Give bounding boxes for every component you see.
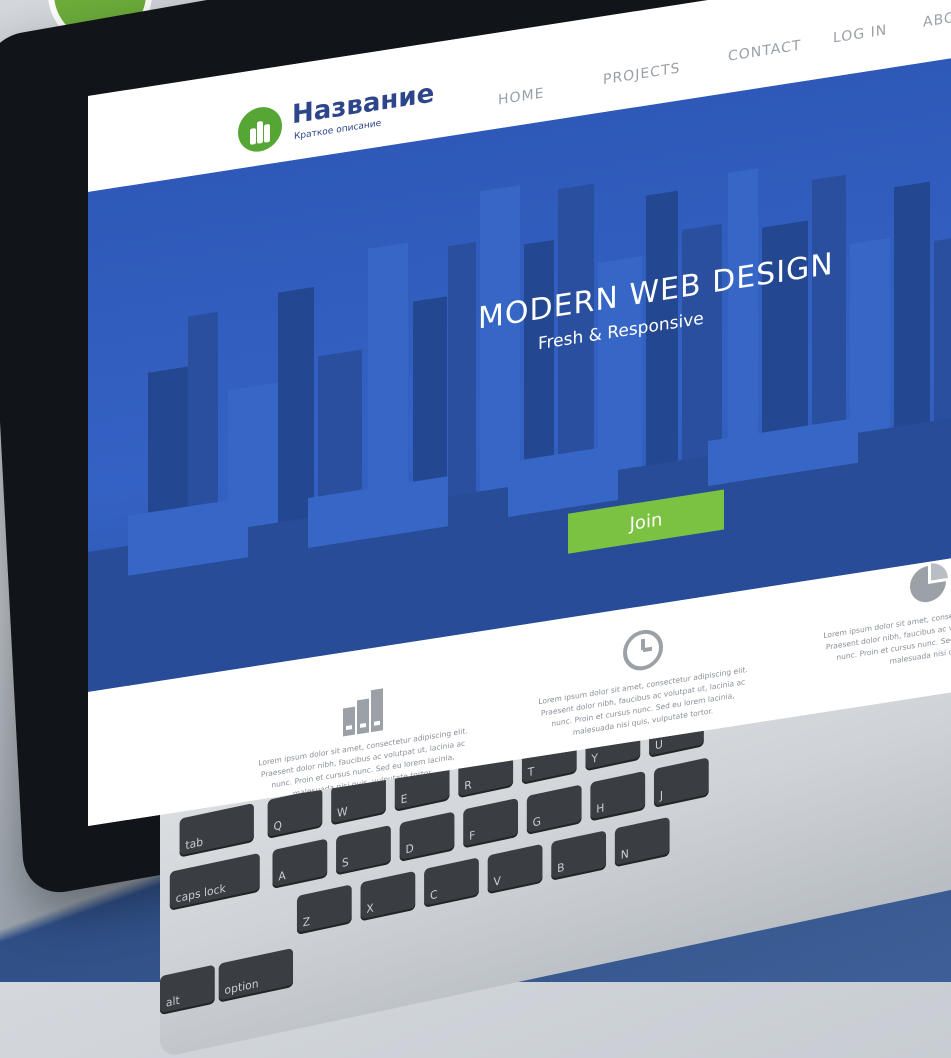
key-v[interactable]: V <box>487 843 543 895</box>
key-g[interactable]: G <box>526 784 582 835</box>
key-s[interactable]: S <box>336 824 391 876</box>
nav-about[interactable]: ABOUT <box>923 6 951 30</box>
key-c[interactable]: C <box>424 857 479 908</box>
key-option[interactable]: option <box>218 947 294 1003</box>
folders-icon <box>343 688 383 737</box>
clock-icon <box>623 629 663 671</box>
key-alt[interactable]: alt <box>160 964 215 1016</box>
key-j[interactable]: J <box>653 757 709 808</box>
nav-home[interactable]: HOME <box>498 85 544 108</box>
key-d[interactable]: D <box>399 811 455 862</box>
key-x[interactable]: X <box>360 870 416 922</box>
key-h[interactable]: H <box>590 770 646 822</box>
logo-icon[interactable] <box>238 103 282 155</box>
key-caps-lock[interactable]: caps lock <box>169 852 260 911</box>
key-z[interactable]: Z <box>296 884 352 935</box>
key-tab[interactable]: tab <box>179 802 254 858</box>
pie-chart-icon <box>910 563 948 603</box>
nav-projects[interactable]: PROJECTS <box>603 60 680 88</box>
key-n[interactable]: N <box>614 816 670 868</box>
feature-item: Lorem ipsum dolor sit amet, consectetur … <box>538 612 748 745</box>
key-f[interactable]: F <box>463 797 519 849</box>
feature-text: Lorem ipsum dolor sit amet, consectetur … <box>823 599 951 666</box>
key-b[interactable]: B <box>551 830 607 881</box>
key-a[interactable]: A <box>272 838 328 889</box>
laptop-screen: Название Краткое описание HOME PROJECTS … <box>88 0 951 827</box>
nav-login[interactable]: LOG IN <box>833 22 887 46</box>
nav-contact[interactable]: CONTACT <box>728 38 801 65</box>
